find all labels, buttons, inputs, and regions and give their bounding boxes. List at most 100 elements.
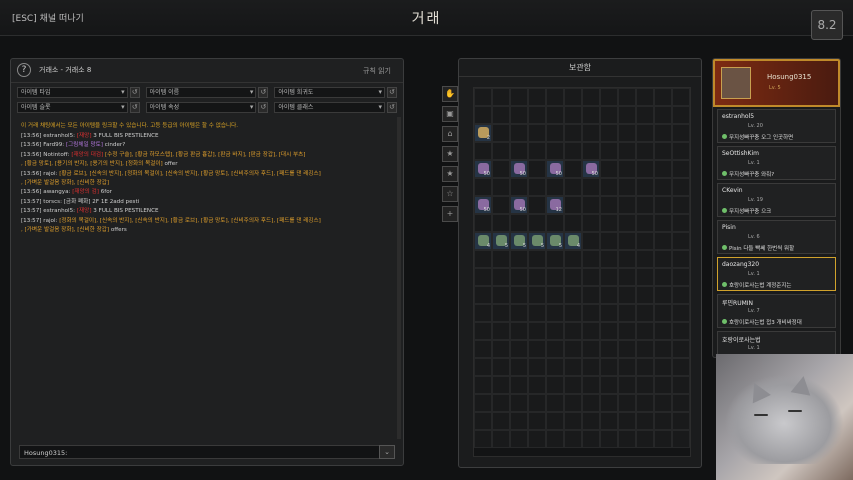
message-author[interactable]: estranhol5: [43, 133, 77, 139]
storage-slot[interactable] [654, 376, 672, 394]
profile-card[interactable]: Hosung0315 Lv. 5 [713, 59, 840, 107]
storage-slot[interactable] [618, 358, 636, 376]
storage-slot[interactable] [492, 304, 510, 322]
storage-slot[interactable] [582, 412, 600, 430]
storage-slot[interactable] [600, 430, 618, 448]
storage-slot[interactable] [618, 394, 636, 412]
storage-slot[interactable] [564, 394, 582, 412]
storage-slot[interactable] [564, 196, 582, 214]
storage-slot[interactable] [636, 196, 654, 214]
storage-slot[interactable] [474, 376, 492, 394]
storage-slot[interactable] [600, 178, 618, 196]
storage-slot[interactable] [654, 196, 672, 214]
storage-slot[interactable] [546, 142, 564, 160]
filter-select[interactable]: 아이템 타입 ▾ [17, 87, 128, 98]
storage-slot[interactable] [654, 178, 672, 196]
reset-icon[interactable]: ↺ [129, 102, 140, 113]
storage-slot[interactable] [528, 160, 546, 178]
storage-slot[interactable] [636, 304, 654, 322]
message-author[interactable]: awangya: [43, 189, 72, 195]
message-author[interactable]: estranhol5: [43, 208, 77, 214]
storage-slot[interactable]: 50 [582, 160, 600, 178]
storage-slot[interactable] [510, 322, 528, 340]
item-link[interactable]: [금화 폐화] [64, 199, 93, 205]
storage-slot[interactable] [528, 268, 546, 286]
storage-slot[interactable] [528, 214, 546, 232]
storage-slot[interactable] [636, 124, 654, 142]
player-entry[interactable]: 루민RUMIN Lv. 7 호랑이로사는법 접3 개비싸정대 [717, 294, 836, 328]
item-link[interactable]: [정화의 목걸이], [신속의 반지], [신속의 반지], [황금 로브], … [59, 218, 321, 224]
storage-slot[interactable] [510, 142, 528, 160]
storage-slot[interactable]: 5 [546, 232, 564, 250]
read-rules-link[interactable]: 규칙 읽기 [363, 66, 391, 76]
storage-slot[interactable] [474, 250, 492, 268]
storage-slot[interactable] [564, 322, 582, 340]
item-link[interactable]: [수정 구슬], [황금 하모스텝], [황금 판금 흉갑], [판금 바지],… [105, 152, 306, 158]
storage-slot[interactable] [528, 340, 546, 358]
storage-slot[interactable]: 12 [546, 196, 564, 214]
player-entry[interactable]: daozang320 Lv. 1 호랑이로사는법 계정준지는 [717, 257, 836, 291]
storage-slot[interactable] [474, 88, 492, 106]
storage-slot[interactable] [636, 322, 654, 340]
storage-slot[interactable] [528, 178, 546, 196]
filter-item-slot[interactable]: 아이템 슬롯 ▾ ↺ [17, 102, 140, 113]
storage-slot[interactable] [636, 106, 654, 124]
storage-slot[interactable] [654, 286, 672, 304]
storage-slot[interactable] [510, 124, 528, 142]
storage-slot[interactable] [618, 412, 636, 430]
storage-slot[interactable] [474, 268, 492, 286]
storage-slot[interactable] [492, 412, 510, 430]
storage-slot[interactable] [546, 88, 564, 106]
storage-slot[interactable] [564, 304, 582, 322]
storage-slot[interactable] [528, 196, 546, 214]
storage-slot[interactable] [528, 250, 546, 268]
help-icon[interactable]: ? [17, 63, 31, 77]
storage-slot[interactable] [600, 214, 618, 232]
storage-slot[interactable] [582, 88, 600, 106]
storage-slot[interactable] [600, 376, 618, 394]
storage-slot[interactable] [492, 286, 510, 304]
storage-slot[interactable] [492, 394, 510, 412]
storage-slot[interactable] [546, 106, 564, 124]
storage-slot[interactable] [600, 88, 618, 106]
storage-slot[interactable]: 4 [564, 232, 582, 250]
storage-slot[interactable] [510, 286, 528, 304]
storage-slot[interactable] [564, 142, 582, 160]
storage-slot[interactable] [672, 376, 690, 394]
storage-slot[interactable] [618, 88, 636, 106]
storage-slot[interactable] [618, 196, 636, 214]
storage-slot[interactable] [672, 106, 690, 124]
storage-slot[interactable] [528, 124, 546, 142]
storage-slot[interactable] [582, 232, 600, 250]
storage-slot[interactable] [618, 160, 636, 178]
storage-slot[interactable]: 50 [510, 160, 528, 178]
item-link[interactable]: [재앙의 검] [72, 189, 101, 195]
player-entry[interactable]: SeOttishKim Lv. 1 무지성빠꾸충 와줘? [717, 146, 836, 180]
storage-slot[interactable] [546, 358, 564, 376]
storage-slot[interactable] [618, 322, 636, 340]
filter-select[interactable]: 아이템 희귀도 ▾ [274, 87, 385, 98]
storage-slot[interactable] [510, 340, 528, 358]
storage-slot[interactable] [582, 214, 600, 232]
storage-slot[interactable] [528, 286, 546, 304]
storage-slot[interactable] [672, 124, 690, 142]
storage-slot[interactable] [636, 430, 654, 448]
storage-slot[interactable] [492, 196, 510, 214]
storage-slot[interactable] [618, 142, 636, 160]
storage-slot[interactable] [564, 358, 582, 376]
storage-slot[interactable] [672, 88, 690, 106]
storage-slot[interactable] [672, 178, 690, 196]
storage-slot[interactable] [654, 160, 672, 178]
storage-slot[interactable] [564, 430, 582, 448]
storage-slot[interactable] [474, 286, 492, 304]
filter-item-class[interactable]: 아이템 클래스 ▾ ↺ [274, 102, 397, 113]
plus-icon[interactable]: + [442, 206, 458, 222]
storage-slot[interactable] [528, 358, 546, 376]
storage-slot[interactable] [492, 358, 510, 376]
item-link[interactable]: [재앙의 대검] [71, 152, 105, 158]
storage-slot[interactable] [528, 412, 546, 430]
storage-slot[interactable] [546, 304, 564, 322]
storage-slot[interactable] [546, 268, 564, 286]
storage-slot[interactable] [492, 268, 510, 286]
storage-slot[interactable] [492, 142, 510, 160]
